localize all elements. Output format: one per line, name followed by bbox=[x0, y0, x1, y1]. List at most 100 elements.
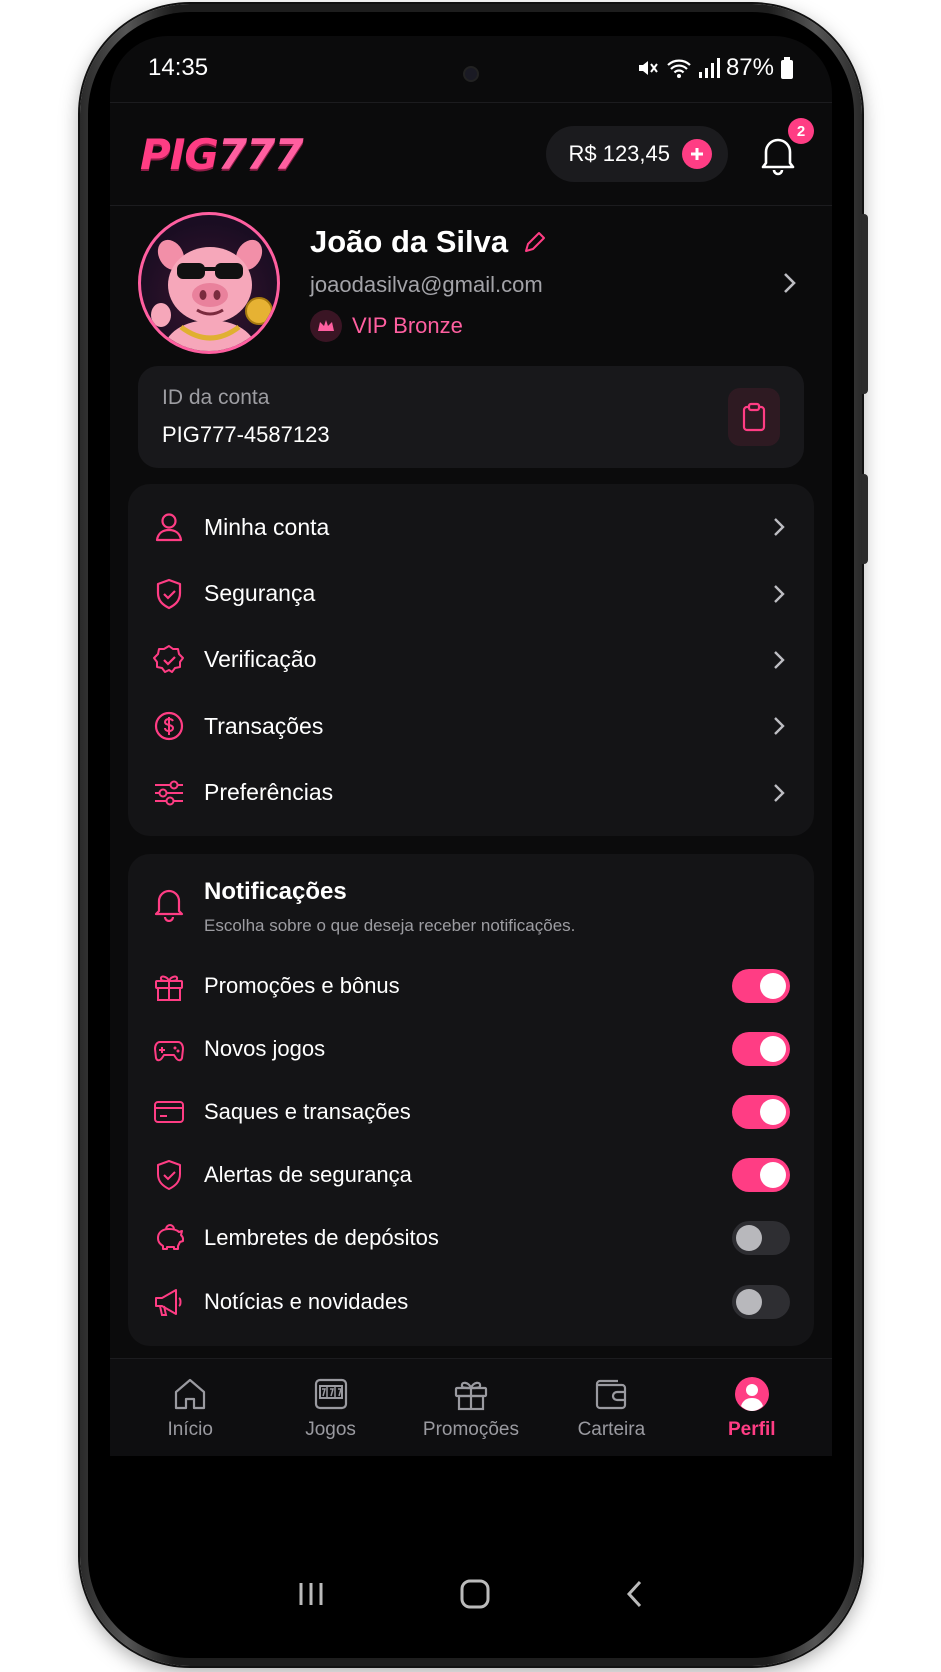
notif-item-saques: Saques e transações bbox=[152, 1080, 790, 1143]
wallet-icon bbox=[596, 1379, 627, 1409]
toggle-switch-off[interactable] bbox=[732, 1221, 790, 1256]
notif-label: Alertas de segurança bbox=[204, 1162, 412, 1188]
balance-pill[interactable]: R$ 123,45 bbox=[546, 126, 728, 182]
check-badge-icon bbox=[153, 644, 184, 673]
nav-item-promocoes[interactable]: Promoções bbox=[406, 1375, 536, 1441]
menu-item-seguranca[interactable]: Segurança bbox=[128, 560, 814, 626]
menu-item-minha-conta[interactable]: Minha conta bbox=[128, 494, 814, 560]
menu-item-label: Transações bbox=[204, 712, 324, 739]
toggle-switch-on[interactable] bbox=[732, 1031, 790, 1066]
nav-label: Jogos bbox=[305, 1418, 356, 1440]
toggle-switch-on[interactable] bbox=[732, 1158, 790, 1193]
notif-item-novos-jogos: Novos jogos bbox=[152, 1017, 790, 1080]
menu-item-label: Preferências bbox=[204, 779, 334, 806]
account-id-label: ID da conta bbox=[162, 386, 270, 409]
status-time: 14:35 bbox=[148, 54, 209, 81]
edit-pencil-icon[interactable] bbox=[522, 229, 548, 255]
notifications-settings: Notificações Escolha sobre o que deseja … bbox=[128, 854, 814, 1346]
nav-label: Promoções bbox=[422, 1418, 520, 1440]
nav-item-perfil[interactable]: Perfil bbox=[687, 1375, 817, 1441]
nav-label: Início bbox=[167, 1418, 213, 1440]
notif-label: Saques e transações bbox=[204, 1098, 411, 1124]
app-screen: 14:35 87% PIG777 R$ 123,45 2 João da Sil… bbox=[110, 36, 832, 1576]
logo-text: PIG bbox=[140, 129, 219, 179]
nav-item-carteira[interactable]: Carteira bbox=[546, 1375, 676, 1441]
battery-percent: 87% bbox=[725, 54, 774, 81]
mute-icon bbox=[638, 61, 658, 75]
notif-label: Novos jogos bbox=[204, 1035, 326, 1061]
status-bar: 14:35 87% bbox=[110, 36, 832, 100]
vip-label: VIP Bronze bbox=[352, 313, 463, 338]
profile-icon bbox=[734, 1376, 769, 1411]
nav-item-inicio[interactable]: Início bbox=[125, 1375, 255, 1441]
toggle-knob bbox=[760, 1162, 786, 1189]
notifications-button[interactable]: 2 bbox=[754, 118, 814, 178]
gamepad-icon bbox=[154, 1040, 184, 1062]
account-id-value: PIG777-4587123 bbox=[162, 422, 330, 447]
chevron-right-icon bbox=[774, 717, 785, 736]
chevron-right-icon bbox=[774, 651, 785, 669]
app-logo[interactable]: PIG777 bbox=[140, 129, 304, 179]
home-button-icon[interactable] bbox=[459, 1578, 491, 1610]
wifi-icon bbox=[667, 59, 691, 78]
front-camera bbox=[463, 66, 479, 82]
header-actions: R$ 123,45 2 bbox=[546, 118, 814, 182]
toggle-knob bbox=[760, 972, 786, 999]
name-row: João da Silva bbox=[310, 224, 774, 260]
menu-item-preferencias[interactable]: Preferências bbox=[128, 760, 814, 826]
nav-label: Carteira bbox=[577, 1418, 646, 1440]
app-header: PIG777 R$ 123,45 2 bbox=[110, 102, 832, 206]
shield-icon bbox=[157, 1160, 181, 1191]
toggle-knob bbox=[736, 1288, 762, 1315]
notifications-heading: Notificações Escolha sobre o que deseja … bbox=[204, 878, 575, 936]
menu-item-label: Minha conta bbox=[204, 513, 330, 540]
card-icon bbox=[154, 1100, 184, 1123]
toggle-knob bbox=[760, 1098, 786, 1125]
bell-icon bbox=[154, 889, 184, 922]
nav-item-jogos[interactable]: Jogos bbox=[266, 1375, 396, 1441]
notifications-subtitle: Escolha sobre o que deseja receber notif… bbox=[204, 916, 576, 935]
logo-number: 777 bbox=[217, 129, 304, 179]
toggle-switch-off[interactable] bbox=[732, 1284, 790, 1319]
menu-item-label: Segurança bbox=[204, 580, 316, 607]
slot-machine-icon bbox=[314, 1378, 347, 1409]
power-button bbox=[862, 474, 868, 564]
shield-icon bbox=[156, 578, 182, 609]
menu-item-label: Verificação bbox=[204, 646, 317, 673]
back-icon[interactable] bbox=[624, 1579, 646, 1609]
balance-amount: R$ 123,45 bbox=[568, 141, 670, 166]
avatar[interactable] bbox=[138, 212, 280, 354]
crown-icon bbox=[310, 310, 342, 342]
notif-item-alertas-seguranca: Alertas de segurança bbox=[152, 1144, 790, 1207]
dollar-icon bbox=[154, 712, 184, 741]
toggle-switch-on[interactable] bbox=[732, 1094, 790, 1129]
gift-icon bbox=[155, 975, 183, 1001]
chevron-right-icon[interactable] bbox=[774, 268, 804, 298]
notif-item-promocoes: Promoções e bônus bbox=[152, 954, 790, 1017]
notification-badge: 2 bbox=[788, 118, 814, 144]
notif-label: Promoções e bônus bbox=[204, 972, 400, 998]
copy-id-button[interactable] bbox=[728, 388, 780, 446]
menu-item-transacoes[interactable]: Transações bbox=[128, 693, 814, 759]
toggle-knob bbox=[760, 1035, 786, 1062]
chevron-right-icon bbox=[774, 584, 785, 603]
chevron-right-icon bbox=[774, 783, 785, 802]
clipboard-icon bbox=[742, 402, 766, 432]
menu-item-verificacao[interactable]: Verificação bbox=[128, 627, 814, 693]
gift-icon bbox=[454, 1381, 488, 1410]
toggle-switch-on[interactable] bbox=[732, 968, 790, 1003]
profile-section[interactable]: João da Silva joaodasilva@gmail.com VIP … bbox=[138, 208, 804, 358]
system-navigation-bar bbox=[110, 1548, 832, 1640]
signal-icon bbox=[698, 58, 720, 78]
notification-toggle-list: Promoções e bônus Novos jogos Saques e t… bbox=[152, 954, 790, 1333]
notif-label: Notícias e novidades bbox=[204, 1288, 409, 1314]
profile-email: joaodasilva@gmail.com bbox=[310, 272, 543, 297]
recent-apps-icon[interactable] bbox=[296, 1580, 326, 1608]
pig-avatar-image bbox=[151, 239, 273, 351]
plus-icon bbox=[691, 148, 703, 160]
notif-item-lembretes: Lembretes de depósitos bbox=[152, 1207, 790, 1270]
vip-level: VIP Bronze bbox=[310, 310, 774, 342]
add-funds-button[interactable] bbox=[682, 139, 712, 169]
chevron-right-icon bbox=[774, 518, 785, 537]
volume-button bbox=[862, 214, 868, 394]
